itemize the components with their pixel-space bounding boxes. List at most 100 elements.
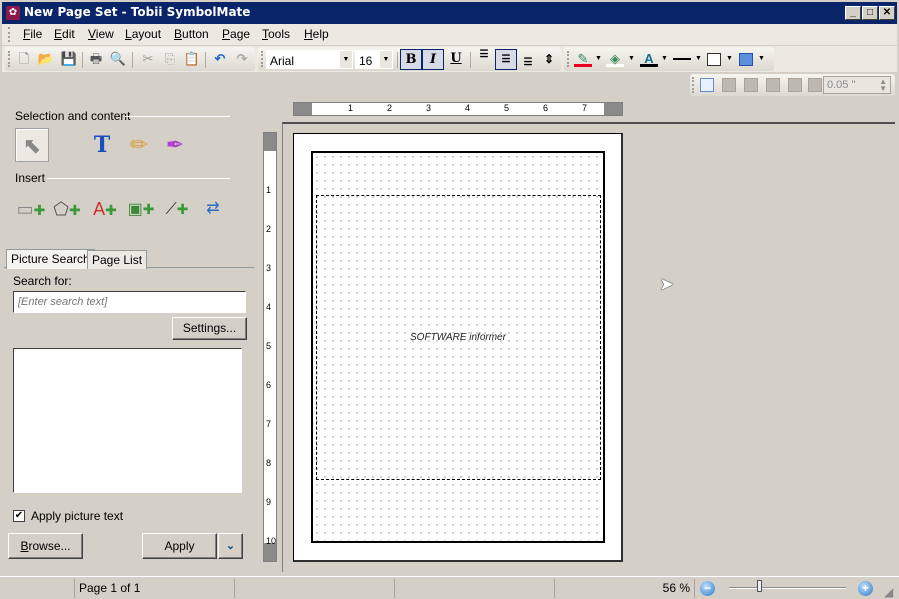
settings-button[interactable]: Settings... (172, 317, 247, 340)
insert-freeform-button-icon[interactable]: ⬠✚ (50, 192, 84, 226)
paste-icon[interactable]: 📋 (183, 51, 201, 67)
resize-grip-icon[interactable]: ◢ (884, 585, 893, 599)
maximize-button[interactable]: □ (862, 6, 878, 20)
close-button[interactable]: ✕ (879, 6, 895, 20)
toolbar-grip[interactable] (261, 51, 264, 67)
text-color-icon[interactable]: A (640, 51, 658, 67)
pointer-icon[interactable]: ⬉ (15, 128, 49, 162)
move-button-icon[interactable]: ⇄ (196, 192, 230, 226)
chevron-down-icon[interactable]: ▼ (340, 51, 352, 68)
menu-tools[interactable]: Tools (262, 27, 290, 41)
grid-layout-icon[interactable] (744, 78, 758, 92)
font-name-value: Arial (270, 54, 295, 68)
text-tool-icon[interactable]: T (85, 128, 119, 162)
align-top-button[interactable]: ☰ (473, 49, 495, 70)
chevron-down-icon[interactable]: ▼ (380, 51, 392, 68)
picture-results-list[interactable] (13, 348, 242, 493)
color-toolbar: ✎ ▼ ◈ ▼ A ▼ ▼ ▼ ▼ (564, 47, 774, 71)
ruler-right-margin-handle[interactable] (604, 103, 622, 115)
grid-layout-icon[interactable] (808, 78, 822, 92)
menubar-grip[interactable] (8, 27, 11, 42)
pencil-icon[interactable]: ✏ (122, 128, 156, 162)
print-icon[interactable]: 🖶 (87, 51, 105, 67)
grid-layout-icon[interactable] (766, 78, 780, 92)
align-middle-button[interactable]: ☰ (495, 49, 517, 70)
redo-icon[interactable]: ↷ (233, 51, 251, 67)
status-bar: Page 1 of 1 56 % − + ◢ (0, 576, 899, 599)
browse-button[interactable]: Browse... (8, 533, 83, 559)
watermark-text: SOFTWARE informer (410, 332, 506, 343)
spinner-arrows-icon[interactable]: ▲ ▼ (879, 78, 887, 93)
grid-toolbar: 0.05 " ▲ ▼ (690, 74, 895, 96)
apply-picture-text-label: Apply picture text (31, 509, 124, 523)
font-size-combo[interactable]: 16 ▼ (355, 50, 393, 69)
eyedropper-icon[interactable]: ✒ (158, 128, 192, 162)
new-page-icon[interactable]: 🗋 (15, 51, 33, 67)
minimize-button[interactable]: _ (845, 6, 861, 20)
fill-color-icon[interactable]: ◈ (606, 51, 624, 67)
grid-icon[interactable] (700, 78, 714, 92)
zoom-slider-thumb[interactable] (757, 580, 763, 592)
apply-options-dropdown[interactable]: ⌄ (218, 533, 243, 559)
vertical-ruler[interactable]: 1 2 3 4 5 6 7 8 9 10 (263, 132, 277, 562)
zoom-out-button[interactable]: − (700, 581, 715, 596)
line-color-icon[interactable]: ✎ (574, 51, 592, 67)
tab-page-list[interactable]: Page List (87, 250, 148, 269)
background-color-icon[interactable] (739, 53, 753, 66)
ruler-label: 5 (504, 103, 510, 113)
ruler-top-margin-handle[interactable] (264, 133, 276, 151)
ruler-label: 7 (266, 419, 272, 429)
undo-icon[interactable]: ↶ (211, 51, 229, 67)
copy-icon[interactable]: ⎘ (161, 51, 179, 67)
insert-button-icon[interactable]: ▭✚ (14, 192, 48, 226)
font-name-combo[interactable]: Arial ▼ (266, 50, 353, 69)
ruler-left-margin-handle[interactable] (294, 103, 312, 115)
border-style-icon[interactable] (707, 53, 721, 66)
status-pane (0, 579, 75, 598)
chevron-down-icon[interactable]: ▼ (726, 55, 733, 62)
menu-page[interactable]: Page (222, 27, 250, 41)
apply-button[interactable]: Apply (142, 533, 217, 559)
line-spacing-button[interactable]: ⇕ (538, 49, 560, 70)
bold-button[interactable]: B (400, 49, 422, 70)
menu-view[interactable]: View (88, 27, 114, 41)
open-folder-icon[interactable]: 📂 (37, 51, 55, 67)
spacing-spinner[interactable]: 0.05 " ▲ ▼ (823, 76, 891, 94)
file-toolbar: 🗋 📂 💾 🖶 🔍 ✂ ⎘ 📋 ↶ ↷ (5, 47, 255, 71)
tab-picture-search[interactable]: Picture Search (6, 249, 95, 269)
italic-button[interactable]: I (422, 49, 444, 70)
zoom-in-button[interactable]: + (858, 581, 873, 596)
align-bottom-button[interactable]: ☰ (517, 49, 539, 70)
toolbar-grip[interactable] (692, 77, 695, 93)
apply-picture-text-checkbox[interactable]: ✔ (13, 510, 25, 522)
horizontal-ruler[interactable]: 1 2 3 4 5 6 7 (293, 102, 623, 116)
insert-text-icon[interactable]: A✚ (88, 192, 122, 226)
cut-icon[interactable]: ✂ (139, 51, 157, 67)
chevron-down-icon[interactable]: ▼ (628, 55, 635, 62)
menu-file[interactable]: File (23, 27, 42, 41)
insert-picture-icon[interactable]: ▣✚ (124, 192, 158, 226)
chevron-down-icon[interactable]: ▼ (695, 55, 702, 62)
menu-layout[interactable]: Layout (125, 27, 161, 41)
chevron-down-icon[interactable]: ▼ (595, 55, 602, 62)
chevron-down-icon[interactable]: ▼ (758, 55, 765, 62)
menu-button[interactable]: Button (174, 27, 209, 41)
search-input[interactable] (13, 291, 246, 313)
menu-help[interactable]: Help (304, 27, 329, 41)
grid-layout-icon[interactable] (788, 78, 802, 92)
toolbar-grip[interactable] (8, 51, 11, 67)
chevron-down-icon[interactable]: ▼ (661, 55, 668, 62)
grid-layout-icon[interactable] (722, 78, 736, 92)
divider (125, 116, 230, 117)
menu-edit[interactable]: Edit (54, 27, 75, 41)
underline-button[interactable]: U (445, 49, 467, 70)
print-preview-icon[interactable]: 🔍 (109, 51, 127, 67)
toolbar-grip[interactable] (567, 51, 570, 67)
ruler-label: 1 (348, 103, 354, 113)
insert-line-icon[interactable]: ⟋✚ (160, 192, 194, 226)
status-pane (235, 579, 395, 598)
ruler-label: 8 (266, 458, 272, 468)
save-icon[interactable]: 💾 (60, 51, 78, 67)
zoom-slider[interactable] (729, 587, 846, 589)
line-style-icon[interactable] (673, 58, 691, 60)
